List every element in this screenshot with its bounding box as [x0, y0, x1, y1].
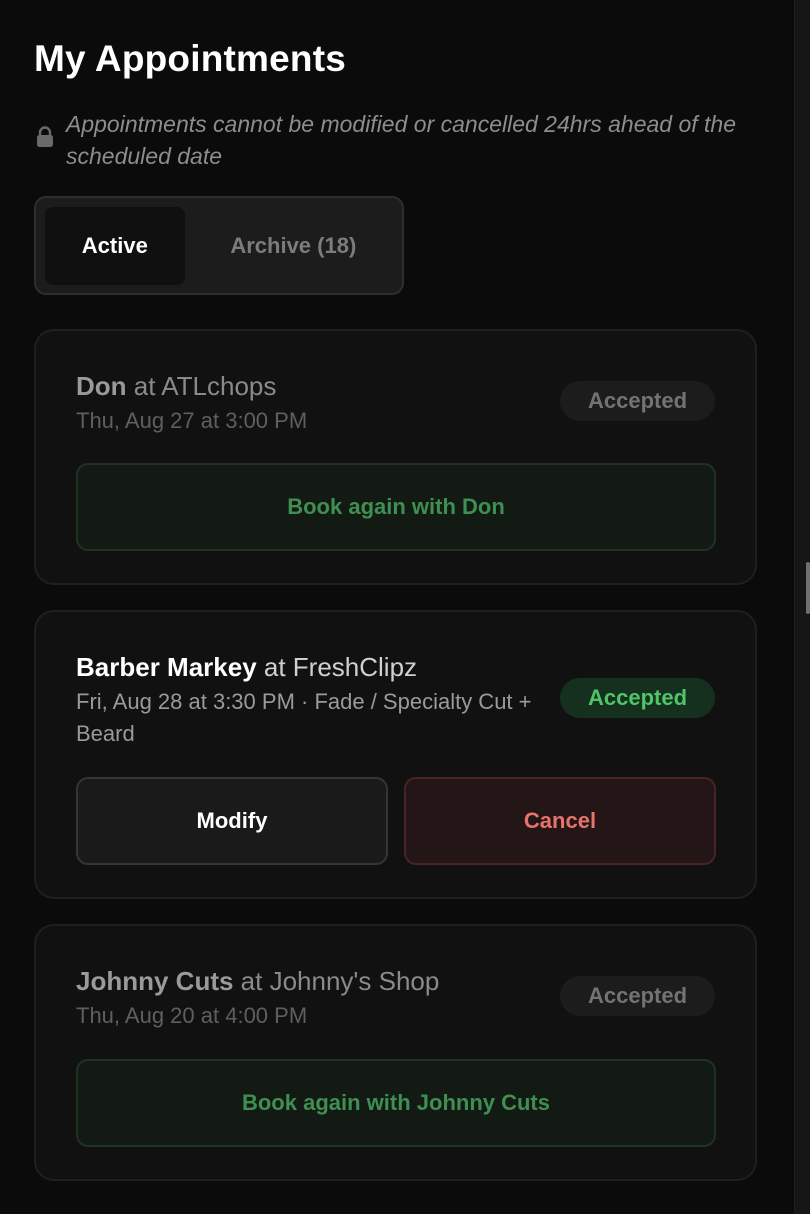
modify-button[interactable]: Modify [76, 777, 388, 865]
at-connector: at [126, 371, 162, 401]
at-connector: at [233, 966, 270, 996]
status-badge: Accepted [560, 678, 715, 718]
scrollbar-thumb[interactable] [806, 562, 810, 614]
notice-text: Appointments cannot be modified or cance… [66, 111, 736, 169]
appointment-card: Johnny Cuts at Johnny's Shop Thu, Aug 20… [34, 924, 757, 1181]
cancel-button[interactable]: Cancel [404, 777, 716, 865]
appointment-tabs: Active Archive (18) [34, 196, 404, 295]
book-again-button[interactable]: Book again with Don [76, 463, 716, 551]
appointment-info: Barber Markey at FreshClipz Fri, Aug 28 … [76, 650, 546, 750]
status-badge: Accepted [560, 976, 715, 1016]
modification-notice: Appointments cannot be modified or cance… [34, 108, 764, 172]
book-again-button[interactable]: Book again with Johnny Cuts [76, 1059, 716, 1147]
barber-name: Johnny Cuts [76, 966, 234, 996]
appointment-datetime: Fri, Aug 28 at 3:30 PM · Fade / Specialt… [76, 689, 532, 746]
appointments-page: My Appointments Appointments cannot be m… [0, 0, 810, 1214]
shop-name: FreshClipz [292, 652, 418, 682]
appointment-card: Don at ATLchops Thu, Aug 27 at 3:00 PM A… [34, 329, 757, 585]
barber-name: Don [76, 371, 127, 401]
appointment-datetime: Thu, Aug 20 at 4:00 PM [76, 1003, 308, 1028]
appointment-card: Barber Markey at FreshClipz Fri, Aug 28 … [34, 610, 757, 899]
lock-icon [37, 126, 53, 147]
barber-name: Barber Markey [76, 652, 257, 682]
appointment-title: Don at ATLchops [76, 369, 546, 403]
shop-name: Johnny's Shop [269, 966, 440, 996]
appointment-datetime: Thu, Aug 27 at 3:00 PM [76, 408, 308, 433]
appointment-title: Barber Markey at FreshClipz [76, 650, 546, 684]
tab-archive[interactable]: Archive (18) [185, 207, 402, 285]
tab-active[interactable]: Active [45, 206, 185, 285]
status-badge: Accepted [560, 381, 715, 421]
shop-name: ATLchops [161, 371, 277, 401]
page-title: My Appointments [34, 38, 347, 79]
appointment-info: Don at ATLchops Thu, Aug 27 at 3:00 PM [76, 369, 546, 437]
at-connector: at [256, 652, 293, 682]
appointment-info: Johnny Cuts at Johnny's Shop Thu, Aug 20… [76, 964, 546, 1032]
appointment-title: Johnny Cuts at Johnny's Shop [76, 964, 546, 998]
